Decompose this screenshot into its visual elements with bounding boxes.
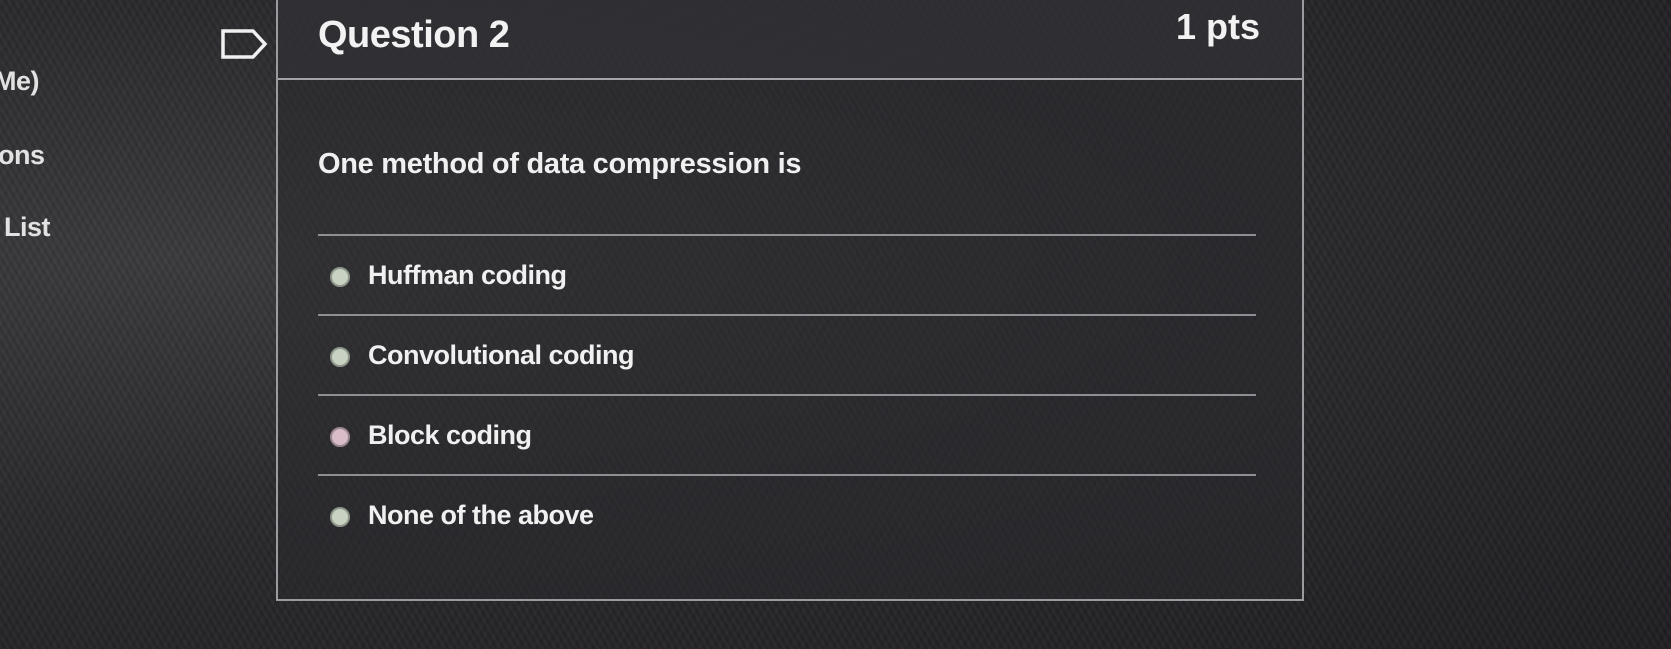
nav-item-list[interactable]: List [4,212,51,243]
answer-list: Huffman coding Convolutional coding Bloc… [318,234,1256,554]
answer-option[interactable]: None of the above [318,474,1256,554]
radio-button[interactable] [330,347,350,367]
question-header: Question 2 1 pts [278,0,1302,80]
question-card: Question 2 1 pts One method of data comp… [276,0,1304,601]
answer-option[interactable]: Block coding [318,394,1256,474]
answer-label[interactable]: Convolutional coding [368,340,634,371]
nav-item-me[interactable]: Me) [0,66,40,97]
nav-item-questions[interactable]: ons [0,140,45,171]
answer-label[interactable]: None of the above [368,500,594,531]
question-title: Question 2 [318,14,510,56]
answer-option[interactable]: Convolutional coding [318,314,1256,394]
radio-button[interactable] [330,507,350,527]
question-text: One method of data compression is [318,148,802,180]
answer-option[interactable]: Huffman coding [318,234,1256,314]
question-points: 1 pts [1175,6,1260,47]
radio-button[interactable] [330,267,350,287]
answer-label[interactable]: Huffman coding [368,260,567,291]
flag-question-icon[interactable] [220,28,268,60]
answer-label[interactable]: Block coding [368,420,532,451]
radio-button[interactable] [330,427,350,447]
course-navigation: Me) ons List [0,0,120,649]
